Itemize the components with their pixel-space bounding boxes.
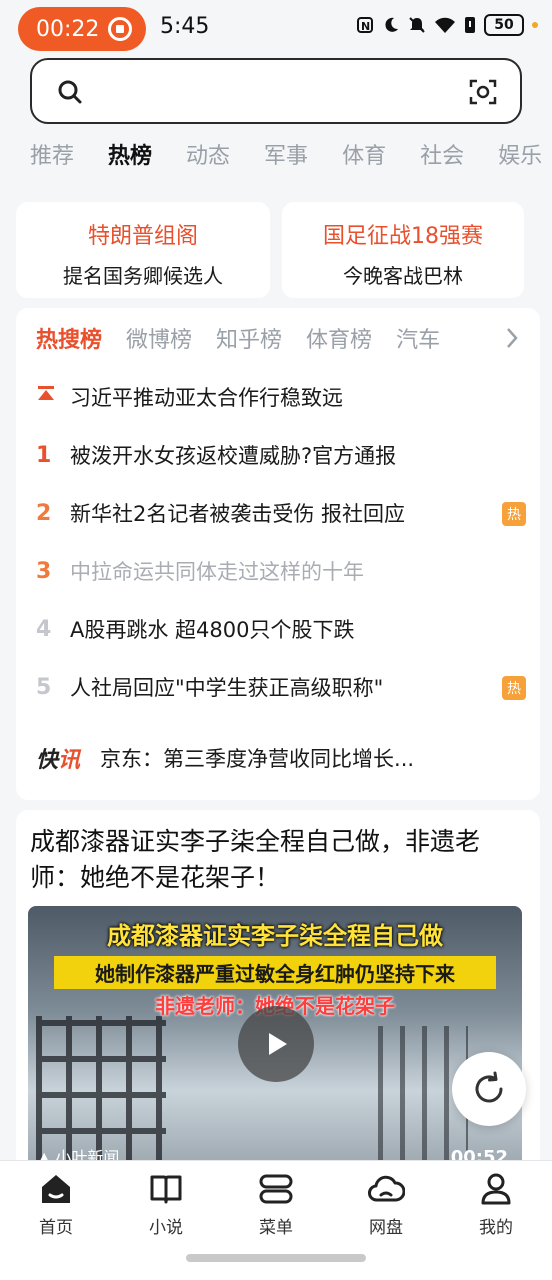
headline-card-subtitle: 今晚客战巴林 [343,264,463,288]
refresh-icon [475,1071,503,1103]
search-input[interactable] [96,74,476,108]
recording-time: 00:22 [36,16,100,42]
list-item[interactable]: 1 被泼开水女孩返校遭威胁?官方通报 [36,426,526,484]
chevron-right-icon[interactable] [504,326,520,350]
flash-news-text: 京东：第三季度净营收同比增长... [100,747,415,771]
flash-news-logo: 快讯 [36,748,81,773]
svg-text:N: N [361,20,370,33]
search-icon[interactable] [56,78,84,106]
headline-card[interactable]: 国足征战18强赛 今晚客战巴林 [282,202,524,298]
hot-badge: 热 [502,676,526,700]
nav-menu[interactable]: 菜单 [236,1171,316,1238]
news-title: 成都漆器证实李子柒全程自己做，非遗老师：她绝不是花架子！ [30,827,481,892]
moon-icon [385,17,398,32]
battery-indicator: 50 [484,14,524,36]
hot-item-rank: 5 [36,674,52,700]
hot-item-title: A股再跳水 超4800只个股下跌 [70,618,355,642]
cloud-icon [368,1175,405,1202]
wifi-icon [435,17,455,33]
nav-home[interactable]: 首页 [16,1171,96,1238]
list-item[interactable]: 习近平推动亚太合作行稳致远 [36,368,526,426]
nav-label: 首页 [39,1218,73,1238]
nav-label: 我的 [479,1218,513,1238]
tab-society[interactable]: 社会 [420,138,464,174]
nav-label: 菜单 [259,1218,293,1238]
stop-record-icon[interactable] [108,17,132,41]
tab-hot[interactable]: 热榜 [108,138,152,174]
headline-card-subtitle: 提名国务卿候选人 [63,264,223,288]
hot-list-card: 热搜榜 微博榜 知乎榜 体育榜 汽车 习近平推动亚太合作行稳致远 1 被泼开水女… [16,308,540,800]
tab-sports[interactable]: 体育 [342,138,386,174]
news-card[interactable]: 成都漆器证实李子柒全程自己做，非遗老师：她绝不是花架子！ 成都漆器证实李子柒全程… [16,810,540,1170]
tab-weibo[interactable]: 微博榜 [126,322,192,356]
menu-icon [259,1174,293,1204]
hot-list: 习近平推动亚太合作行稳致远 1 被泼开水女孩返校遭威胁?官方通报 2 新华社2名… [36,368,526,716]
tab-military[interactable]: 军事 [264,138,308,174]
refresh-button[interactable] [452,1052,526,1126]
tab-auto[interactable]: 汽车 [396,322,440,356]
tab-hot-search[interactable]: 热搜榜 [36,322,102,356]
headline-card-title: 特朗普组阁 [87,224,198,249]
video-player[interactable]: 成都漆器证实李子柒全程自己做 她制作漆器严重过敏全身红肿仍坚持下来 非遗老师：她… [28,906,522,1170]
video-caption: 她制作漆器严重过敏全身红肿仍坚持下来 [54,956,496,989]
nav-cloud-drive[interactable]: 网盘 [346,1171,426,1238]
list-item[interactable]: 4 A股再跳水 超4800只个股下跌 [36,600,526,658]
headline-card[interactable]: 特朗普组阁 提名国务卿候选人 [16,202,270,298]
hot-item-title: 新华社2名记者被袭击受伤 报社回应 [70,502,406,526]
pinned-top-icon [36,384,70,410]
hot-item-rank: 3 [36,558,52,584]
search-bar[interactable] [30,58,522,124]
flash-news[interactable]: 快讯 京东：第三季度净营收同比增长... [36,740,520,776]
list-item[interactable]: 2 新华社2名记者被袭击受伤 报社回应 热 [36,484,526,542]
hot-list-tabs: 热搜榜 微博榜 知乎榜 体育榜 汽车 [36,322,520,356]
category-tabs: 推荐 热榜 动态 军事 体育 社会 娱乐 [30,138,552,174]
list-item[interactable]: 5 人社局回应"中学生获正高级职称" 热 [36,658,526,716]
hot-item-rank: 2 [36,500,52,526]
tab-feed[interactable]: 动态 [186,138,230,174]
home-indicator[interactable] [186,1254,366,1262]
mute-icon [409,17,425,33]
nav-label: 小说 [149,1218,183,1238]
tab-recommend[interactable]: 推荐 [30,138,74,174]
hot-item-rank: 1 [36,442,52,468]
charging-dot-icon [532,22,538,28]
profile-icon [481,1173,511,1205]
headline-card-title: 国足征战18强赛 [323,224,483,249]
tab-zhihu[interactable]: 知乎榜 [216,322,282,356]
system-icons: N 50 [356,14,538,36]
hot-item-title: 人社局回应"中学生获正高级职称" [70,676,384,700]
hot-item-title: 习近平推动亚太合作行稳致远 [70,386,343,410]
book-icon [150,1175,182,1204]
nfc-icon: N [357,17,373,33]
nav-label: 网盘 [369,1218,403,1238]
screen-recording-indicator[interactable]: 00:22 [18,7,146,51]
video-caption: 成都漆器证实李子柒全程自己做 [107,922,443,950]
hot-item-title: 中拉命运共同体走过这样的十年 [70,560,364,584]
clock: 5:45 [160,14,210,39]
bottom-navigation: 首页 小说 菜单 网盘 我的 [0,1160,552,1280]
hot-item-rank: 4 [36,616,52,642]
nav-novel[interactable]: 小说 [126,1171,206,1238]
home-icon [42,1175,70,1203]
status-bar: 00:22 5:45 N 50 [0,0,552,56]
sim-icon [465,17,475,33]
list-item[interactable]: 3 中拉命运共同体走过这样的十年 [36,542,526,600]
nav-profile[interactable]: 我的 [456,1171,536,1238]
play-button[interactable] [238,1006,314,1082]
tab-sports-rank[interactable]: 体育榜 [306,322,372,356]
play-icon [269,1033,287,1055]
hot-item-title: 被泼开水女孩返校遭威胁?官方通报 [70,444,397,468]
scan-icon[interactable] [468,77,498,107]
hot-badge: 热 [502,502,526,526]
tab-entertainment[interactable]: 娱乐 [498,138,542,174]
